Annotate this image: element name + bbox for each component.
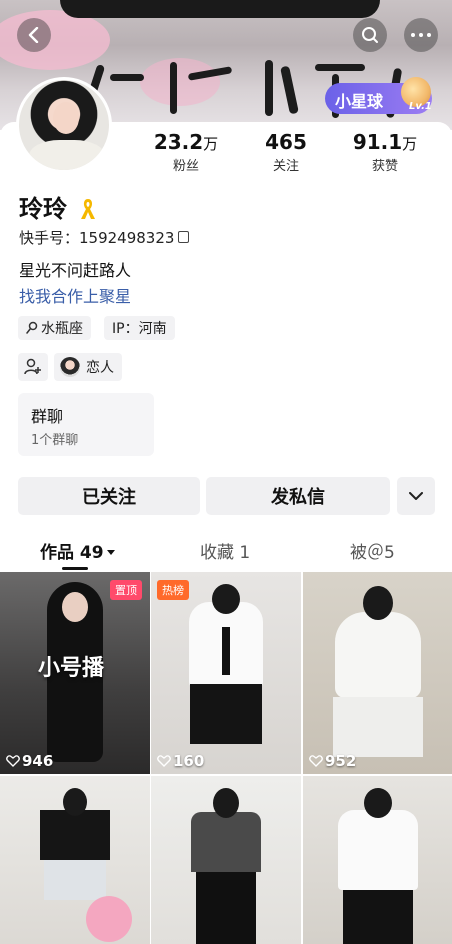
search-button[interactable]: [353, 18, 387, 52]
more-button[interactable]: [404, 18, 438, 52]
lover-tag[interactable]: 恋人: [54, 353, 122, 381]
back-icon: [28, 27, 39, 43]
group-chat-title: 群聊: [31, 407, 64, 426]
user-id[interactable]: 快手号：1592498323: [19, 227, 190, 248]
like-count-value: 160: [173, 752, 205, 770]
follow-button[interactable]: 已关注: [18, 477, 200, 515]
tab-favorites[interactable]: 收藏 1: [200, 538, 250, 563]
search-icon: [362, 27, 378, 43]
group-chat-subtitle: 1个群聊: [31, 433, 79, 448]
like-count-value: 952: [325, 752, 357, 770]
stat-label: 关注: [272, 159, 299, 174]
add-friend-button[interactable]: [18, 353, 48, 381]
zodiac-tag[interactable]: 水瓶座: [18, 316, 91, 340]
video-item[interactable]: 置顶 小号播 946: [0, 572, 150, 774]
profile-name-text: 玲玲: [19, 195, 67, 223]
video-grid: 置顶 小号播 946 热榜 160 952: [0, 572, 452, 944]
tab-works-label: 作品 49: [40, 543, 104, 563]
copy-icon[interactable]: [178, 231, 190, 243]
pinned-badge: 置顶: [110, 580, 142, 600]
stat-label: 粉丝: [172, 159, 199, 174]
planet-badge[interactable]: 小星球 Lv.1: [325, 77, 432, 114]
like-count-value: 946: [22, 752, 54, 770]
ip-text: IP：河南: [112, 321, 167, 337]
more-icon: [409, 33, 433, 37]
avatar[interactable]: [16, 77, 112, 173]
location-icon: [26, 321, 38, 334]
stat-value: 91.1: [352, 130, 403, 154]
bio-link[interactable]: 找我合作上聚星: [19, 283, 131, 307]
tab-mentions[interactable]: 被＠5: [350, 538, 395, 563]
bio: 星光不问赶路人: [19, 261, 132, 280]
stat-likes[interactable]: 91.1万 获赞: [340, 130, 430, 174]
chevron-down-icon: [409, 491, 423, 500]
tab-works[interactable]: 作品 49: [40, 538, 115, 563]
stat-followers[interactable]: 23.2万 粉丝: [141, 130, 231, 174]
lover-text: 恋人: [86, 360, 114, 376]
group-chat-card[interactable]: 群聊 1个群聊: [18, 393, 154, 456]
active-tab-indicator: [62, 567, 88, 570]
message-button[interactable]: 发私信: [206, 477, 390, 515]
like-count: 946: [6, 752, 53, 770]
video-item[interactable]: [0, 776, 150, 944]
back-button[interactable]: [17, 18, 51, 52]
video-overlay-text: 小号播: [38, 656, 105, 681]
more-actions-button[interactable]: [397, 477, 435, 515]
heart-icon: [157, 755, 171, 767]
like-count: 952: [309, 752, 356, 770]
caret-down-icon: [106, 550, 115, 555]
user-id-text: 快手号：1592498323: [19, 229, 175, 247]
video-item[interactable]: [303, 776, 452, 944]
zodiac-text: 水瓶座: [41, 321, 83, 337]
stat-unit: 万: [402, 135, 418, 153]
ip-tag: IP：河南: [104, 316, 175, 340]
stat-value: 465: [265, 130, 307, 154]
video-item[interactable]: [151, 776, 301, 944]
planet-level: Lv.1: [409, 101, 432, 112]
video-item[interactable]: 952: [303, 572, 452, 774]
planet-label: 小星球: [335, 92, 384, 111]
stat-unit: 万: [203, 135, 219, 153]
stat-value: 23.2: [153, 130, 204, 154]
lover-avatar: [60, 357, 80, 377]
stat-label: 获赞: [371, 159, 398, 174]
stat-following[interactable]: 465 关注: [241, 130, 331, 174]
content-tabs: 作品 49 收藏 1 被＠5: [0, 528, 452, 570]
profile-name: 玲玲: [19, 189, 97, 224]
ribbon-icon: [81, 199, 96, 219]
add-friend-icon: [24, 358, 41, 375]
video-item[interactable]: 热榜 160: [151, 572, 301, 774]
hot-badge: 热榜: [157, 580, 189, 600]
heart-icon: [6, 755, 20, 767]
heart-icon: [309, 755, 323, 767]
like-count: 160: [157, 752, 204, 770]
